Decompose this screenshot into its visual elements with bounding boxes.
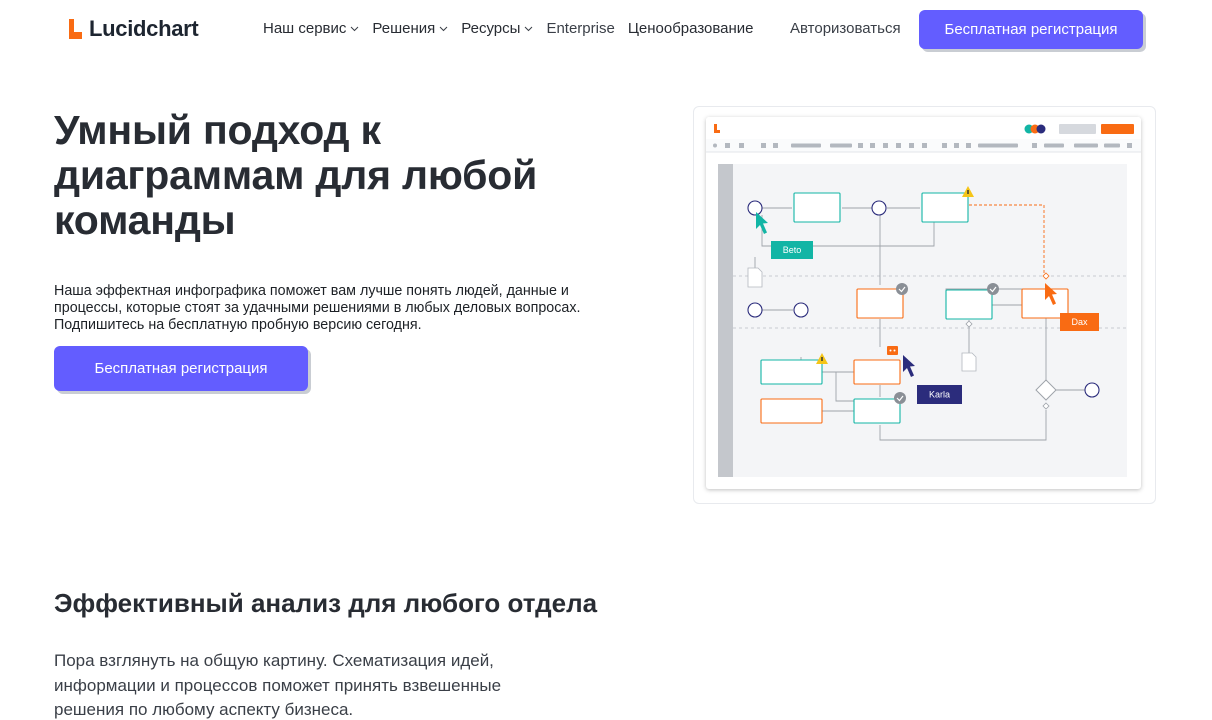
diagram-illustration: Beto Dax Karla [706, 117, 1141, 489]
swimlane-header [718, 164, 733, 477]
hero-subtitle: Наша эффектная инфографика поможет вам л… [54, 283, 581, 333]
lucidchart-logo-icon [69, 19, 82, 39]
cursor-name: Beto [783, 245, 802, 255]
comment-icon [887, 346, 898, 355]
lucidchart-logo[interactable]: Lucidchart [67, 16, 199, 42]
diagram-svg: Beto Dax Karla [706, 117, 1141, 477]
check-icon [987, 283, 999, 295]
nav-item-service[interactable]: Наш сервис [263, 20, 359, 37]
nav-item-label: Enterprise [546, 20, 615, 37]
signup-button-hero[interactable]: Бесплатная регистрация [54, 346, 308, 391]
check-icon [894, 392, 906, 404]
chevron-down-icon [439, 26, 448, 32]
chevron-down-icon [351, 26, 359, 32]
present-button [1059, 124, 1096, 134]
nav-links: Наш сервис Решения Ресурсы Enterprise Це… [263, 20, 767, 37]
share-button [1101, 124, 1134, 134]
signup-button-nav[interactable]: Бесплатная регистрация [919, 10, 1143, 49]
section-title: Эффективный анализ для любого отдела [54, 588, 598, 618]
collaborator-avatar [1036, 124, 1046, 134]
nav-item-pricing[interactable]: Ценообразование [628, 20, 754, 37]
nav-item-label: Ценообразование [627, 20, 754, 37]
nav-item-label: Решения [372, 20, 436, 37]
check-icon [896, 283, 908, 295]
cursor-name: Dax [1071, 317, 1088, 327]
document-icon [747, 267, 763, 288]
hero-title: Умный подход к диаграммам для любой кома… [54, 107, 538, 243]
chevron-down-icon [525, 26, 533, 32]
document-icon [961, 352, 977, 372]
cursor-name: Karla [929, 390, 950, 400]
nav-item-label: Ресурсы [461, 20, 521, 37]
top-navigation: Lucidchart Наш сервис Решения Ресурсы En… [0, 0, 1212, 60]
nav-item-resources[interactable]: Ресурсы [461, 20, 533, 37]
section-body: Пора взглянуть на общую картину. Схемати… [54, 651, 502, 719]
brand-name: Lucidchart [89, 16, 199, 41]
nav-item-enterprise[interactable]: Enterprise [546, 20, 614, 37]
nav-item-label: Наш сервис [263, 20, 347, 37]
login-link[interactable]: Авторизоваться [790, 20, 901, 37]
nav-item-solutions[interactable]: Решения [372, 20, 448, 37]
